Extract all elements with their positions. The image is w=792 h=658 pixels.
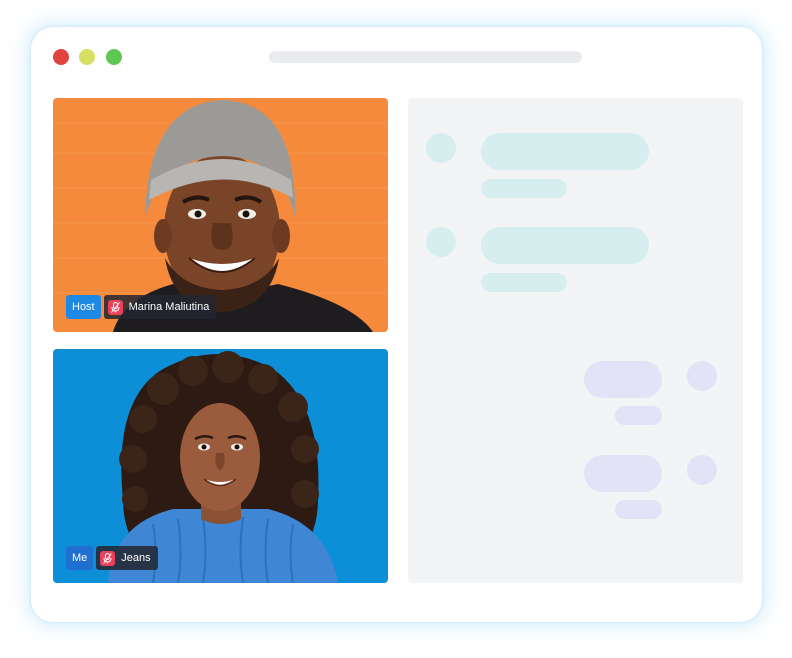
chat-message-placeholder — [481, 227, 649, 264]
minimize-window-button[interactable] — [79, 49, 95, 65]
mic-muted-icon[interactable] — [107, 299, 123, 315]
self-role-badge: Me — [66, 546, 94, 570]
host-role-badge: Host — [66, 295, 101, 319]
chat-meta-placeholder — [615, 406, 662, 425]
chat-meta-placeholder — [481, 273, 567, 292]
chat-message-placeholder — [584, 361, 662, 398]
chat-panel — [408, 98, 743, 583]
host-name-label: Marina Maliutina — [128, 301, 210, 313]
chat-avatar-placeholder — [687, 455, 717, 485]
self-tag-group: Me Jeans — [66, 546, 158, 570]
chat-meta-placeholder — [481, 179, 567, 198]
app-window: Host Marina Maliutina Me Jeans — [31, 27, 762, 622]
chat-message-placeholder — [584, 455, 662, 492]
chat-message-placeholder — [481, 133, 649, 170]
close-window-button[interactable] — [53, 49, 69, 65]
address-bar-placeholder — [269, 51, 582, 63]
chat-meta-placeholder — [615, 500, 662, 519]
self-name-label: Jeans — [121, 552, 151, 564]
chat-avatar-placeholder — [687, 361, 717, 391]
maximize-window-button[interactable] — [106, 49, 122, 65]
self-name-tag: Jeans — [96, 546, 158, 570]
chat-avatar-placeholder — [426, 133, 456, 163]
chat-avatar-placeholder — [426, 227, 456, 257]
mic-muted-icon[interactable] — [100, 550, 116, 566]
host-tag-group: Host Marina Maliutina — [66, 295, 217, 319]
host-video-tile[interactable]: Host Marina Maliutina — [53, 98, 388, 332]
host-name-tag: Marina Maliutina — [103, 295, 217, 319]
self-video-tile[interactable]: Me Jeans — [53, 349, 388, 583]
